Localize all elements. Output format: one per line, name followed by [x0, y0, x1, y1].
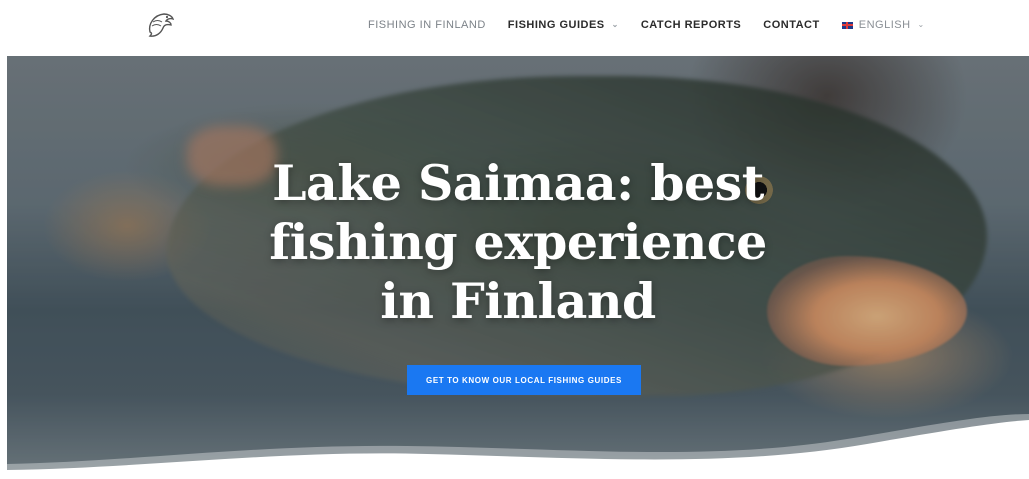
- nav-label: FISHING GUIDES: [507, 19, 605, 31]
- hero-title-line: fishing experience: [269, 213, 767, 271]
- nav-contact[interactable]: CONTACT: [763, 19, 819, 31]
- pike-fish-logo-icon[interactable]: [144, 10, 176, 40]
- nav-label: CATCH REPORTS: [640, 19, 742, 31]
- nav-label: CONTACT: [763, 19, 820, 31]
- language-label: ENGLISH: [858, 19, 911, 31]
- uk-flag-icon: [841, 21, 853, 29]
- hero-title-line: in Finland: [380, 272, 656, 330]
- language-switcher[interactable]: ENGLISH ⌄: [841, 19, 925, 31]
- chevron-down-icon: ⌄: [917, 19, 925, 29]
- nav-catch-reports[interactable]: CATCH REPORTS: [641, 19, 741, 31]
- main-nav: FISHING IN FINLAND FISHING GUIDES ⌄ CATC…: [368, 0, 925, 50]
- wave-divider: [7, 414, 1029, 479]
- hero-title: Lake Saimaa: best fishing experience in …: [7, 154, 1029, 331]
- hero-banner: Lake Saimaa: best fishing experience in …: [7, 56, 1029, 479]
- nav-label: FISHING IN FINLAND: [368, 19, 486, 31]
- site-header: FISHING IN FINLAND FISHING GUIDES ⌄ CATC…: [0, 0, 1029, 56]
- nav-fishing-in-finland[interactable]: FISHING IN FINLAND: [368, 19, 486, 31]
- nav-fishing-guides[interactable]: FISHING GUIDES ⌄: [508, 19, 619, 31]
- hero-title-line: Lake Saimaa: best: [272, 154, 764, 212]
- chevron-down-icon: ⌄: [611, 19, 619, 29]
